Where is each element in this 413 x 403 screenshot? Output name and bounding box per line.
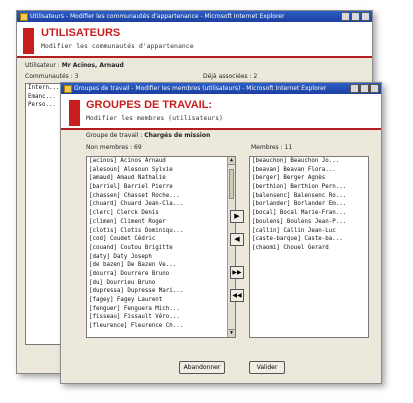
list-item[interactable]: [climen] Climent Roger [87, 218, 235, 227]
list-item[interactable]: [acinos] Acinos Arnaud [87, 157, 235, 166]
associated-count: Déjà associées : 2 [203, 73, 258, 80]
move-all-left-button[interactable]: ◀◀ [230, 289, 244, 302]
page-subtitle: Modifier les communautés d'appartenance [41, 42, 194, 50]
list-item[interactable]: [borlander] Borlander Em... [250, 200, 368, 209]
cancel-button[interactable]: Abandonner [179, 361, 225, 374]
front-window-title: Groupes de travail - Modifier les membre… [74, 85, 327, 92]
list-item[interactable]: [berger] Berger Agnès [250, 174, 368, 183]
validate-button[interactable]: Valider [249, 361, 285, 374]
members-count: Membres : 11 [251, 144, 293, 151]
user-label: Utilisateur : [25, 62, 60, 69]
communities-count: Communautés : 3 [25, 73, 79, 80]
list-item[interactable]: [clerc] Clerck Denis [87, 209, 235, 218]
move-all-right-button[interactable]: ▶▶ [230, 266, 244, 279]
back-window-title: Utilisateurs - Modifier les communautés … [30, 13, 285, 20]
list-item[interactable]: [chuard] Chuard Jean-Cla... [87, 200, 235, 209]
list-item[interactable]: [daty] Daty Joseph [87, 253, 235, 262]
group-field: Groupe de travail : Chargés de mission [86, 132, 210, 139]
maximize-icon[interactable] [351, 12, 360, 21]
minimize-icon[interactable] [341, 12, 350, 21]
front-header: GROUPES DE TRAVAIL: Modifier les membres… [61, 94, 381, 130]
list-item[interactable]: [fagey] Fagey Laurent [87, 296, 235, 305]
list-item[interactable]: [chassen] Chasset Roche... [87, 192, 235, 201]
close-icon[interactable] [361, 12, 370, 21]
maximize-icon[interactable] [360, 84, 369, 93]
front-window: Groupes de travail - Modifier les membre… [60, 82, 382, 384]
scroll-down-icon[interactable]: ▼ [228, 329, 235, 337]
scroll-thumb[interactable] [229, 169, 234, 199]
scrollbar[interactable]: ▲ ▼ [227, 157, 235, 337]
page-title: UTILISATEURS [41, 27, 121, 39]
list-item[interactable]: [fisseau] Fissault Véro... [87, 313, 235, 322]
members-list[interactable]: [beauchon] Beauchon Jo... [beavan] Beava… [249, 156, 369, 338]
ie-icon [20, 12, 28, 21]
page-subtitle: Modifier les membres (utilisateurs) [86, 114, 223, 122]
list-item[interactable]: [chaomi] Chouel Gerard [250, 244, 368, 253]
ie-icon [64, 84, 72, 93]
list-item[interactable]: [du] Dourrieu Bruno [87, 279, 235, 288]
list-item[interactable]: [alesoun] Alesoun Sylvie [87, 166, 235, 175]
list-item[interactable]: [amaud] Amaud Nathalie [87, 174, 235, 183]
header-accent-bar [23, 28, 34, 54]
move-left-button[interactable]: ◀ [230, 233, 244, 246]
user-value: Mr Acinos, Arnaud [61, 62, 124, 69]
close-icon[interactable] [370, 84, 379, 93]
move-right-button[interactable]: ▶ [230, 210, 244, 223]
list-item[interactable]: [berthion] Berthion Pern... [250, 183, 368, 192]
page-title: GROUPES DE TRAVAIL: [86, 99, 213, 111]
list-item[interactable]: [couand] Coutou Brigitte [87, 244, 235, 253]
group-value: Chargés de mission [144, 132, 211, 139]
list-item[interactable]: [dupressa] Dupresse Mari... [87, 287, 235, 296]
list-item[interactable]: [fleurence] Fleurence Ch... [87, 322, 235, 331]
non-members-list[interactable]: [acinos] Acinos Arnaud [alesoun] Alesoun… [86, 156, 236, 338]
list-item[interactable]: [beavan] Beavan Flora... [250, 166, 368, 175]
header-accent-bar [69, 100, 80, 126]
non-members-count: Non membres : 69 [86, 144, 142, 151]
list-item[interactable]: [caste-barque] Caste-ba... [250, 235, 368, 244]
minimize-icon[interactable] [350, 84, 359, 93]
front-window-titlebar[interactable]: Groupes de travail - Modifier les membre… [61, 83, 381, 94]
list-item[interactable]: [fenguer] Fenguera Mich... [87, 305, 235, 314]
list-item[interactable]: [balensenc] Balensenc Ro... [250, 192, 368, 201]
list-item[interactable]: [beauchon] Beauchon Jo... [250, 157, 368, 166]
back-window-titlebar[interactable]: Utilisateurs - Modifier les communautés … [17, 11, 372, 22]
back-header: UTILISATEURS Modifier les communautés d'… [17, 22, 372, 58]
list-item[interactable]: [cod] Coudet Cédric [87, 235, 235, 244]
list-item[interactable]: [barriel] Barriel Pierre [87, 183, 235, 192]
group-label: Groupe de travail : [86, 132, 143, 139]
list-item[interactable]: [dourra] Dourrere Bruno [87, 270, 235, 279]
scroll-up-icon[interactable]: ▲ [228, 157, 235, 165]
list-item[interactable]: [callin] Callin Jean-Luc [250, 227, 368, 236]
list-item[interactable]: [de bazen] De Bazen Ve... [87, 261, 235, 270]
list-item[interactable]: [boulens] Boulens Jean-P... [250, 218, 368, 227]
user-field: Utilisateur : Mr Acinos, Arnaud [25, 62, 124, 69]
list-item[interactable]: [bocal] Bocal Marie-Fran... [250, 209, 368, 218]
list-item[interactable]: [clotis] Clotis Dominiqu... [87, 227, 235, 236]
